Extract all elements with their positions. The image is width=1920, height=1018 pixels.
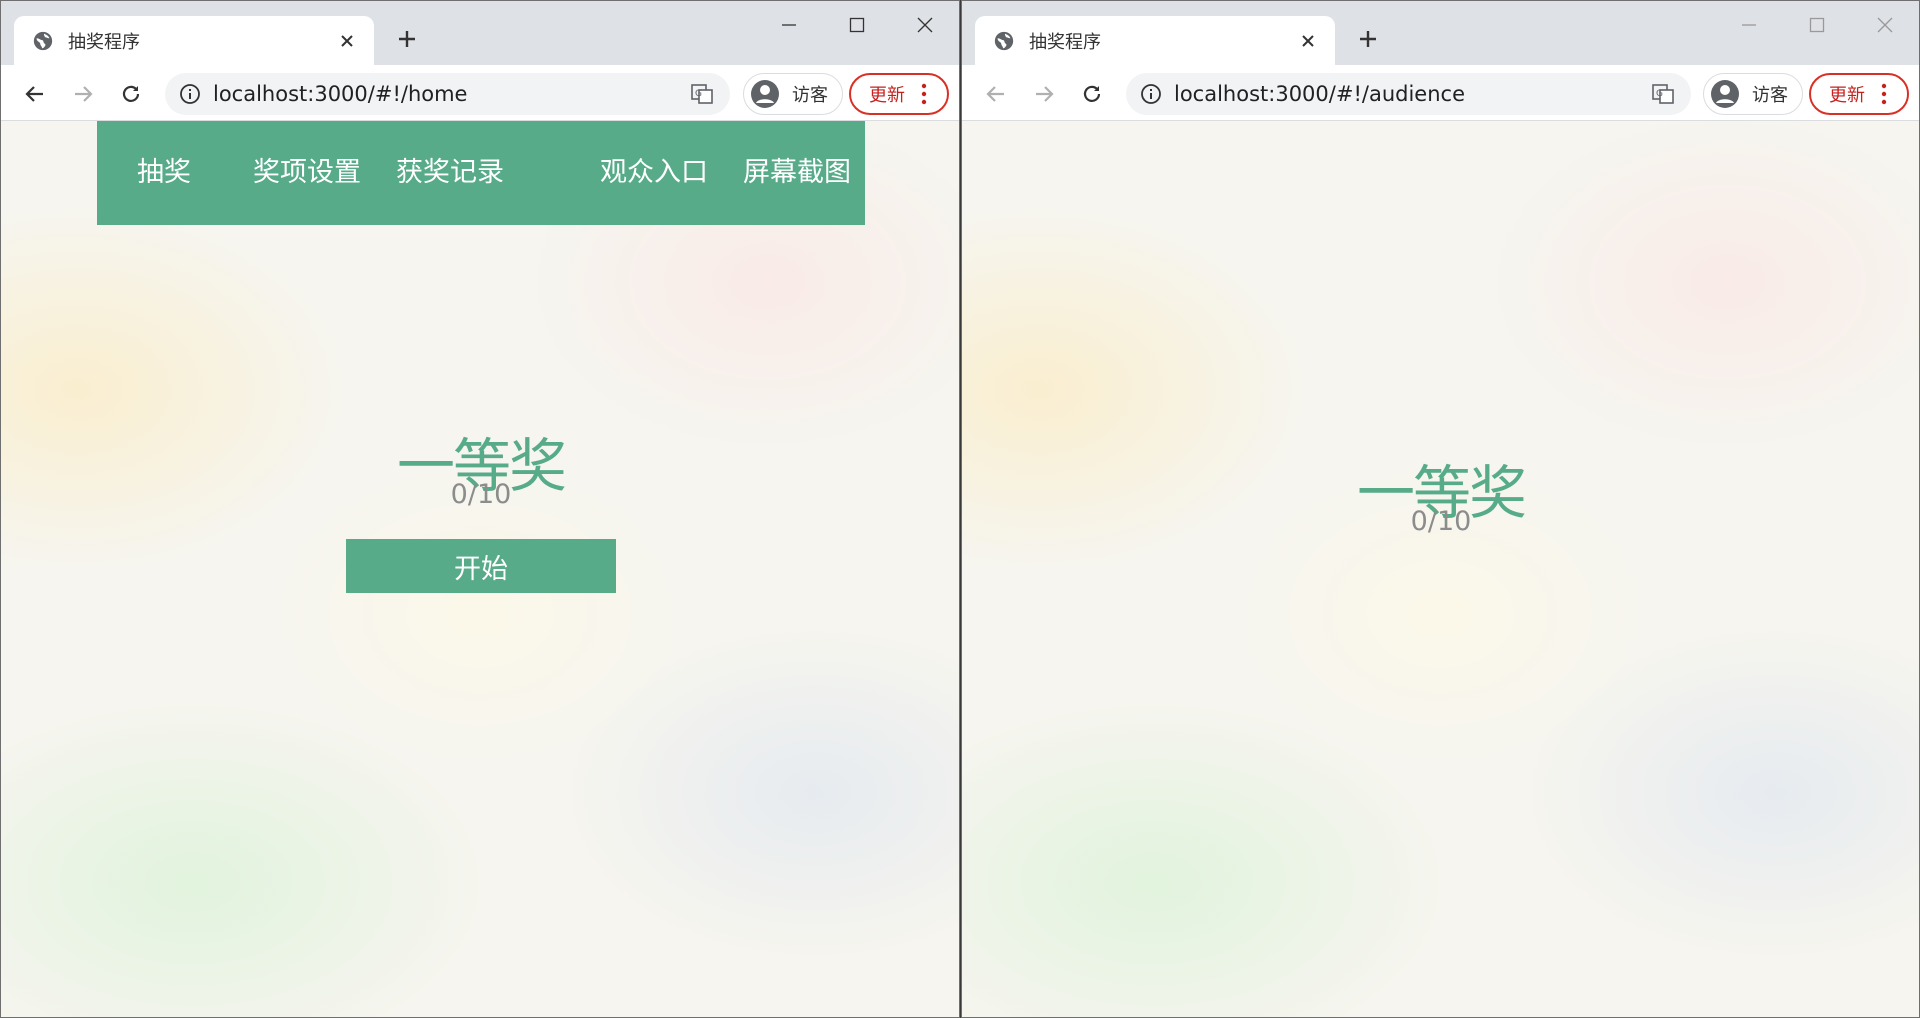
tab-title: 抽奖程序 bbox=[68, 31, 140, 53]
translate-icon[interactable]: G bbox=[1651, 82, 1675, 106]
forward-arrow-icon[interactable] bbox=[66, 77, 100, 111]
browser-window-home: 抽奖程序 localhost:3000/#!/home G 访客 更新 抽奖 奖… bbox=[0, 0, 960, 1018]
globe-icon bbox=[33, 31, 53, 50]
nav-item-screenshot[interactable]: 屏幕截图 bbox=[743, 121, 851, 225]
update-label: 更新 bbox=[869, 85, 905, 106]
browser-window-audience: 抽奖程序 localhost:3000/#!/audience G 访客 更新 … bbox=[961, 0, 1920, 1018]
svg-text:G: G bbox=[695, 89, 702, 99]
avatar-icon bbox=[1711, 80, 1739, 108]
translate-icon[interactable]: G bbox=[690, 82, 714, 106]
app-navbar: 抽奖 奖项设置 获奖记录 观众入口 屏幕截图 bbox=[97, 121, 865, 225]
tab-title: 抽奖程序 bbox=[1029, 31, 1101, 53]
nav-item-draw[interactable]: 抽奖 bbox=[137, 121, 191, 225]
profile-label: 访客 bbox=[1752, 85, 1788, 106]
forward-arrow-icon[interactable] bbox=[1027, 77, 1061, 111]
prize-count: 0/10 bbox=[450, 479, 512, 510]
url-text: localhost:3000/#!/home bbox=[213, 82, 468, 106]
update-button[interactable]: 更新 bbox=[849, 73, 949, 115]
reload-icon[interactable] bbox=[114, 77, 148, 111]
menu-dots-icon[interactable] bbox=[1881, 82, 1887, 106]
info-icon[interactable] bbox=[1140, 83, 1162, 105]
new-tab-icon[interactable] bbox=[1354, 25, 1382, 53]
info-icon[interactable] bbox=[179, 83, 201, 105]
nav-item-audience-entry[interactable]: 观众入口 bbox=[600, 121, 708, 225]
address-bar[interactable]: localhost:3000/#!/audience G bbox=[1126, 73, 1691, 115]
update-label: 更新 bbox=[1829, 85, 1865, 106]
new-tab-icon[interactable] bbox=[393, 25, 421, 53]
profile-button[interactable]: 访客 bbox=[1703, 73, 1803, 115]
title-bar: 抽奖程序 bbox=[962, 1, 1919, 65]
window-close-icon[interactable] bbox=[897, 7, 953, 43]
browser-toolbar: localhost:3000/#!/home G 访客 更新 bbox=[1, 65, 959, 121]
avatar-icon bbox=[751, 80, 779, 108]
profile-button[interactable]: 访客 bbox=[743, 73, 843, 115]
page-content: 一等奖 0/10 bbox=[962, 121, 1919, 1017]
browser-tab[interactable]: 抽奖程序 bbox=[975, 16, 1335, 65]
globe-icon bbox=[994, 31, 1014, 50]
window-close-icon[interactable] bbox=[1857, 7, 1913, 43]
page-content: 抽奖 奖项设置 获奖记录 观众入口 屏幕截图 一等奖 0/10 开始 bbox=[1, 121, 959, 1017]
menu-dots-icon[interactable] bbox=[921, 82, 927, 106]
title-bar: 抽奖程序 bbox=[1, 1, 959, 65]
address-bar[interactable]: localhost:3000/#!/home G bbox=[165, 73, 730, 115]
close-icon[interactable] bbox=[336, 30, 358, 52]
prize-count: 0/10 bbox=[1410, 506, 1472, 537]
url-text: localhost:3000/#!/audience bbox=[1174, 82, 1465, 106]
back-arrow-icon[interactable] bbox=[979, 77, 1013, 111]
close-icon[interactable] bbox=[1297, 30, 1319, 52]
nav-item-prize-settings[interactable]: 奖项设置 bbox=[253, 121, 361, 225]
nav-item-winner-records[interactable]: 获奖记录 bbox=[396, 121, 504, 225]
maximize-icon[interactable] bbox=[829, 7, 885, 43]
svg-text:G: G bbox=[1656, 89, 1663, 99]
reload-icon[interactable] bbox=[1075, 77, 1109, 111]
update-button[interactable]: 更新 bbox=[1809, 73, 1909, 115]
maximize-icon[interactable] bbox=[1789, 7, 1845, 43]
minimize-icon[interactable] bbox=[1721, 7, 1777, 43]
browser-toolbar: localhost:3000/#!/audience G 访客 更新 bbox=[962, 65, 1919, 121]
back-arrow-icon[interactable] bbox=[18, 77, 52, 111]
minimize-icon[interactable] bbox=[761, 7, 817, 43]
profile-label: 访客 bbox=[792, 85, 828, 106]
start-button[interactable]: 开始 bbox=[346, 539, 616, 593]
browser-tab[interactable]: 抽奖程序 bbox=[14, 16, 374, 65]
